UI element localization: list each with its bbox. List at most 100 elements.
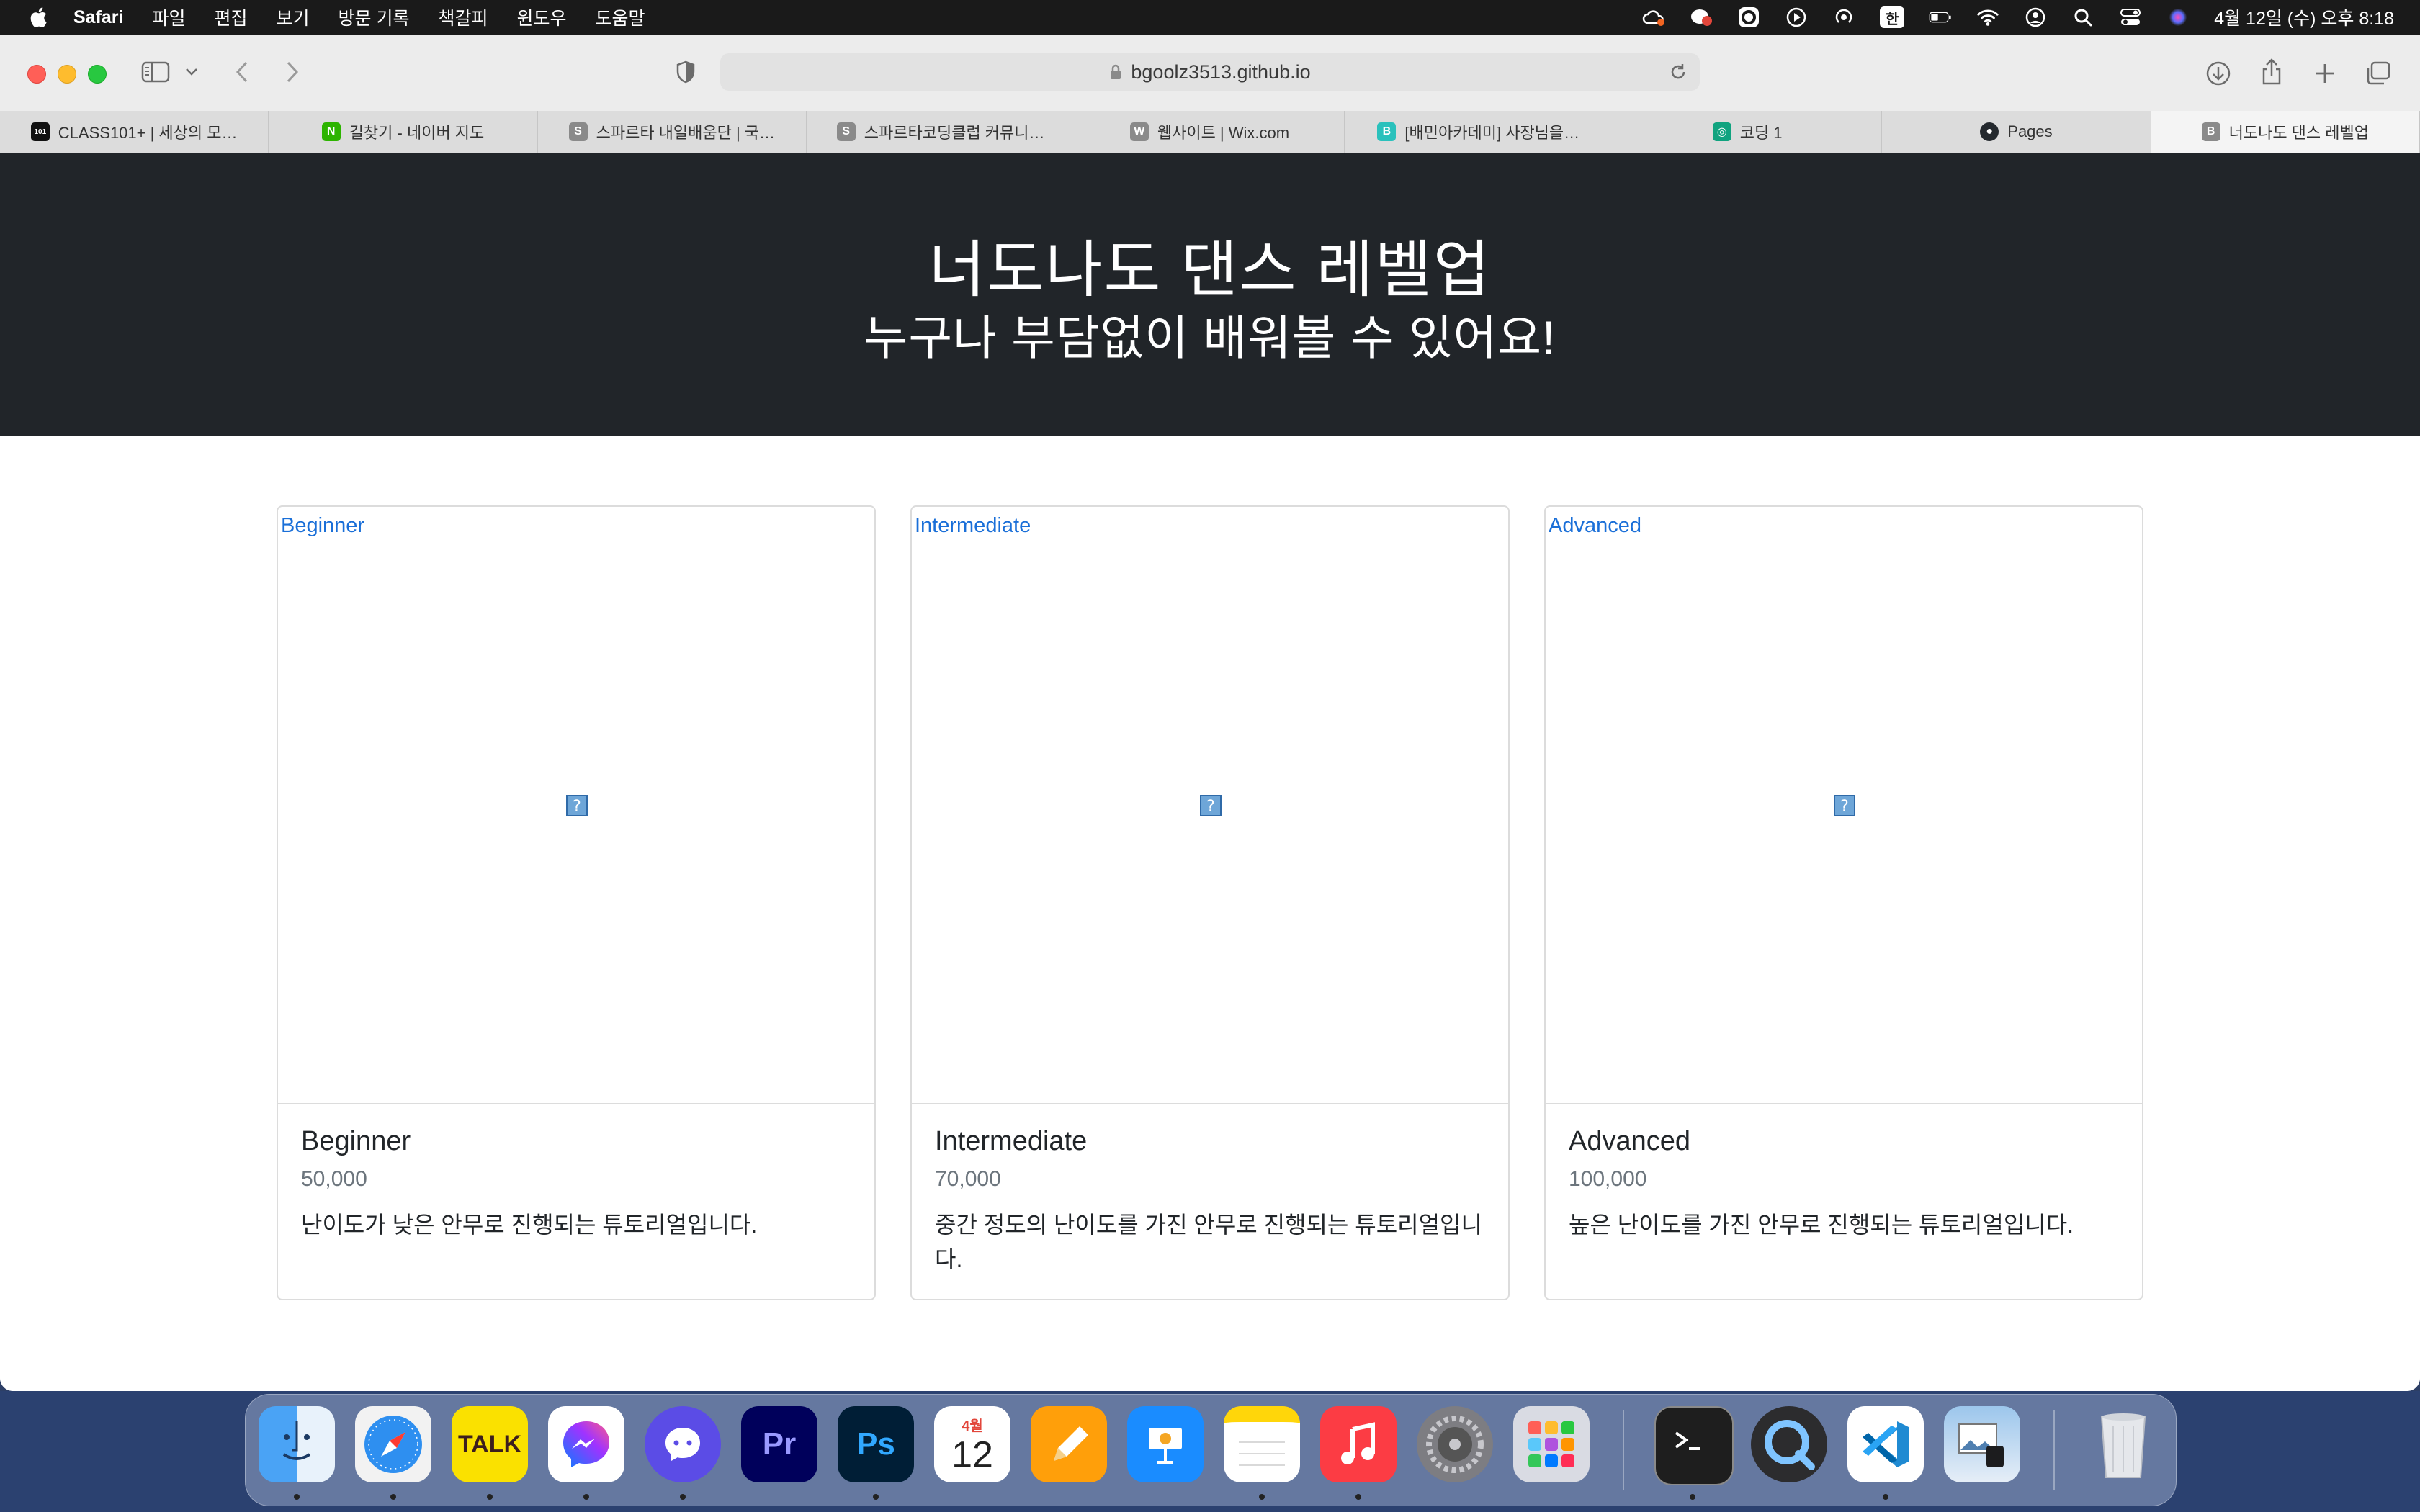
privacy-shield-icon[interactable] (673, 59, 699, 85)
tab-sparta-naeil[interactable]: S 스파르타 내일배움단 | 국… (538, 111, 807, 153)
chat-bubble-app-icon[interactable] (645, 1406, 721, 1482)
card-description: 높은 난이도를 가진 안무로 진행되는 튜토리얼입니다. (1569, 1212, 2074, 1238)
new-tab-plus-icon[interactable] (2311, 59, 2339, 88)
reload-icon[interactable] (1668, 62, 1688, 82)
web-page: 너도나도 댄스 레벨업 누구나 부담없이 배워볼 수 있어요! Beginner… (0, 153, 2420, 1391)
page-subtitle: 누구나 부담없이 배워볼 수 있어요! (864, 311, 1556, 364)
running-indicator (294, 1494, 300, 1500)
running-indicator (1259, 1494, 1265, 1500)
menu-bookmarks[interactable]: 책갈피 (438, 4, 488, 30)
window-close-button[interactable] (27, 65, 46, 84)
terminal-icon[interactable] (1654, 1406, 1734, 1485)
card-price: 50,000 (301, 1167, 367, 1191)
pages-app-icon[interactable] (1031, 1406, 1107, 1482)
tab-overview-icon[interactable] (2364, 59, 2393, 88)
notes-icon[interactable] (1224, 1406, 1300, 1482)
tab-github-pages[interactable]: ● Pages (1882, 111, 2151, 153)
grammarly-icon[interactable] (1737, 6, 1760, 29)
broken-image-icon: ? (1834, 795, 1855, 816)
browser-toolbar: bgoolz3513.github.io (0, 35, 2420, 112)
creative-cloud-icon[interactable] (1642, 6, 1665, 29)
apple-logo-icon[interactable] (27, 5, 52, 30)
battery-icon[interactable] (1929, 6, 1952, 29)
play-circle-icon[interactable] (1785, 6, 1808, 29)
downloads-icon[interactable] (2204, 59, 2233, 88)
tab-label: [배민아카데미] 사장님을… (1404, 124, 1580, 142)
share-icon[interactable] (2257, 56, 2286, 88)
menu-window[interactable]: 윈도우 (517, 4, 567, 30)
svg-text:?: ? (1206, 798, 1215, 816)
trash-icon[interactable] (2085, 1406, 2161, 1482)
broken-image-icon: ? (1200, 795, 1222, 816)
spotlight-search-icon[interactable] (2071, 6, 2094, 29)
keynote-icon[interactable] (1127, 1406, 1204, 1482)
messenger-icon[interactable] (548, 1406, 624, 1482)
wifi-icon[interactable] (1976, 6, 1999, 29)
forward-arrow-icon[interactable] (279, 59, 305, 85)
running-indicator (583, 1494, 589, 1500)
tab-wix[interactable]: W 웹사이트 | Wix.com (1075, 111, 1345, 153)
running-indicator (1883, 1494, 1888, 1500)
system-preferences-icon[interactable] (1417, 1406, 1493, 1482)
naver-map-favicon-icon: N (321, 122, 341, 141)
sparta-favicon-icon: S (836, 122, 856, 141)
back-arrow-icon[interactable] (229, 59, 255, 85)
safari-icon[interactable] (355, 1406, 431, 1482)
card-image: Advanced ? (1546, 507, 2142, 1104)
launchpad-icon[interactable] (1513, 1406, 1590, 1482)
quicktime-icon[interactable] (1751, 1406, 1827, 1482)
menubar-clock[interactable]: 4월 12일 (수) 오후 8:18 (2214, 4, 2394, 30)
card-description: 난이도가 낮은 안무로 진행되는 튜토리얼입니다. (301, 1212, 758, 1238)
menu-help[interactable]: 도움말 (596, 4, 645, 30)
tab-label: 길찾기 - 네이버 지도 (349, 124, 485, 142)
svg-text:?: ? (1840, 798, 1849, 816)
card-image: Beginner ? (278, 507, 874, 1104)
siri-icon[interactable] (2166, 6, 2190, 29)
music-icon[interactable] (1320, 1406, 1397, 1482)
premiere-pro-icon[interactable]: Pr (741, 1406, 817, 1482)
github-favicon-icon: ● (1980, 122, 1999, 141)
photoshop-icon[interactable]: Ps (838, 1406, 914, 1482)
tab-label: 너도나도 댄스 레벨업 (2228, 124, 2369, 142)
card-group: Beginner ? Beginner 50,000 난이도가 낮은 안무로 진… (277, 505, 2143, 1300)
vscode-icon[interactable] (1847, 1406, 1924, 1482)
tab-dance-levelup[interactable]: B 너도나도 댄스 레벨업 (2151, 111, 2420, 153)
input-method-indicator[interactable]: 한 (1880, 6, 1905, 28)
address-bar[interactable]: bgoolz3513.github.io (720, 53, 1700, 91)
menu-file[interactable]: 파일 (152, 4, 185, 30)
svg-text:?: ? (573, 798, 581, 816)
menu-app-safari[interactable]: Safari (73, 7, 123, 28)
running-indicator (487, 1494, 493, 1500)
sidebar-toggle-icon[interactable] (140, 59, 171, 85)
page-title: 너도나도 댄스 레벨업 (928, 235, 1492, 305)
tab-class101[interactable]: 101 CLASS101+ | 세상의 모… (0, 111, 269, 153)
window-maximize-button[interactable] (88, 65, 107, 84)
card-beginner: Beginner ? Beginner 50,000 난이도가 낮은 안무로 진… (277, 505, 876, 1300)
running-indicator (390, 1494, 396, 1500)
tab-naver-map[interactable]: N 길찾기 - 네이버 지도 (269, 111, 538, 153)
menu-edit[interactable]: 편집 (215, 4, 248, 30)
class101-favicon-icon: 101 (30, 122, 50, 141)
card-title: Advanced (1569, 1126, 1691, 1156)
menu-view[interactable]: 보기 (277, 4, 310, 30)
tab-baemin-academy[interactable]: B [배민아카데미] 사장님을… (1345, 111, 1613, 153)
image-alt-text: Beginner (281, 514, 365, 537)
chat-notification-icon[interactable] (1690, 6, 1713, 29)
card-image: Intermediate ? (912, 507, 1508, 1104)
tab-sparta-community[interactable]: S 스파르타코딩클럽 커뮤니… (807, 111, 1076, 153)
kakaotalk-icon[interactable]: TALK (452, 1406, 528, 1482)
menu-history[interactable]: 방문 기록 (339, 4, 410, 30)
chevron-down-icon[interactable] (182, 62, 202, 82)
calendar-month: 4월 (962, 1418, 983, 1434)
tab-coding-1[interactable]: ◎ 코딩 1 (1613, 111, 1883, 153)
control-center-icon[interactable] (2119, 6, 2142, 29)
finder-icon[interactable] (259, 1406, 335, 1482)
lock-icon (1111, 64, 1121, 79)
image-alt-text: Intermediate (915, 514, 1031, 537)
airdrop-icon[interactable] (1832, 6, 1855, 29)
preview-icon[interactable] (1944, 1406, 2020, 1482)
user-account-icon[interactable] (2024, 6, 2047, 29)
card-description: 중간 정도의 난이도를 가진 안무로 진행되는 튜토리얼입니다. (935, 1212, 1482, 1272)
window-minimize-button[interactable] (58, 65, 76, 84)
calendar-icon[interactable]: 4월 12 (934, 1406, 1010, 1482)
